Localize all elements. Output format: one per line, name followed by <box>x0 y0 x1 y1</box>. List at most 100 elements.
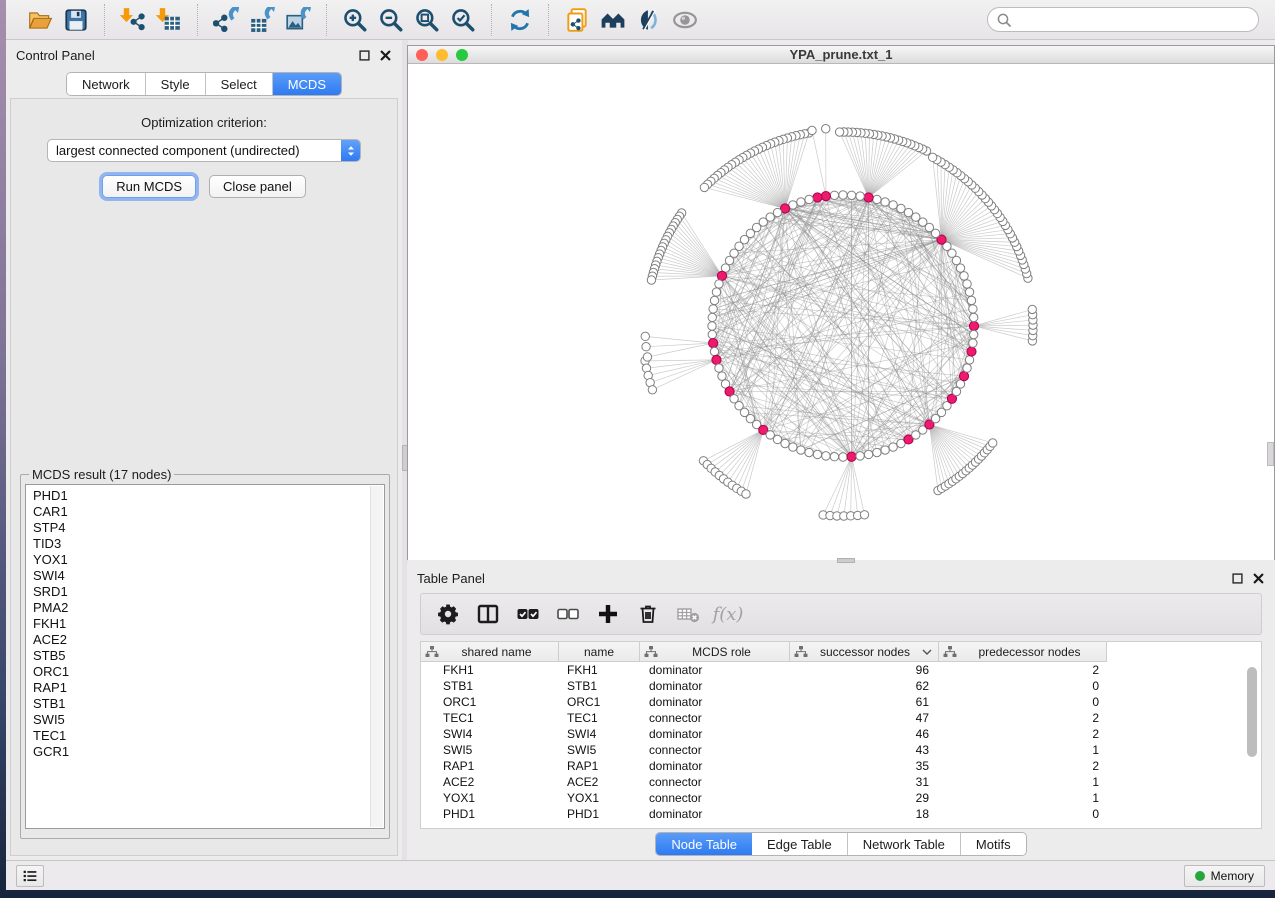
table-cell[interactable]: 47 <box>790 711 939 725</box>
table-cell[interactable]: 2 <box>939 663 1107 677</box>
tab-network[interactable]: Network <box>67 73 146 95</box>
table-row[interactable]: YOX1YOX1connector291 <box>421 790 1261 806</box>
table-row[interactable]: ACE2ACE2connector311 <box>421 774 1261 790</box>
table-cell[interactable]: 0 <box>939 807 1107 821</box>
table-cell[interactable]: STB1 <box>559 679 640 693</box>
table-cell[interactable]: dominator <box>640 807 790 821</box>
table-cell[interactable]: FKH1 <box>421 663 559 677</box>
tab-select[interactable]: Select <box>206 73 273 95</box>
table-cell[interactable]: 43 <box>790 743 939 757</box>
table-cell[interactable]: 61 <box>790 695 939 709</box>
table-cell[interactable]: dominator <box>640 663 790 677</box>
window-minimize-button[interactable] <box>436 49 448 61</box>
table-row[interactable]: STB1STB1dominator620 <box>421 678 1261 694</box>
network-graph[interactable] <box>408 64 1274 560</box>
table-row[interactable]: TEC1TEC1connector472 <box>421 710 1261 726</box>
table-tab-edge-table[interactable]: Edge Table <box>752 833 848 855</box>
table-cell[interactable]: 96 <box>790 663 939 677</box>
table-cell[interactable]: 2 <box>939 759 1107 773</box>
table-cell[interactable]: 29 <box>790 791 939 805</box>
table-row[interactable]: PHD1PHD1dominator180 <box>421 806 1261 822</box>
table-cell[interactable]: ORC1 <box>421 695 559 709</box>
mcds-result-scrollbar[interactable] <box>370 486 383 827</box>
table-toolbar-button-function-builder[interactable]: f(x) <box>711 597 745 631</box>
table-cell[interactable]: SWI4 <box>559 727 640 741</box>
table-cell[interactable]: 0 <box>939 695 1107 709</box>
mcds-result-item[interactable]: SRD1 <box>33 584 384 600</box>
mcds-result-item[interactable]: CAR1 <box>33 504 384 520</box>
table-cell[interactable]: PHD1 <box>421 807 559 821</box>
mcds-result-list[interactable]: PHD1CAR1STP4TID3YOX1SWI4SRD1PMA2FKH1ACE2… <box>25 484 385 829</box>
table-scrollbar-thumb[interactable] <box>1247 667 1257 757</box>
table-cell[interactable]: PHD1 <box>559 807 640 821</box>
table-cell[interactable]: 35 <box>790 759 939 773</box>
table-cell[interactable]: 1 <box>939 791 1107 805</box>
toolbar-button-find-neighbors[interactable] <box>595 4 631 36</box>
table-cell[interactable]: 46 <box>790 727 939 741</box>
toolbar-button-export-image[interactable] <box>280 4 316 36</box>
network-right-splitter-handle[interactable] <box>1267 442 1274 466</box>
column-header-mcds-role[interactable]: MCDS role <box>640 642 790 661</box>
table-row[interactable]: ORC1ORC1dominator610 <box>421 694 1261 710</box>
table-toolbar-button-delete-column[interactable] <box>631 597 665 631</box>
mcds-result-item[interactable]: SWI4 <box>33 568 384 584</box>
mcds-result-item[interactable]: GCR1 <box>33 744 384 760</box>
table-cell[interactable]: dominator <box>640 727 790 741</box>
table-cell[interactable]: YOX1 <box>559 791 640 805</box>
table-cell[interactable]: ACE2 <box>559 775 640 789</box>
table-cell[interactable]: dominator <box>640 695 790 709</box>
toolbar-button-open-session[interactable] <box>22 4 58 36</box>
table-cell[interactable]: 62 <box>790 679 939 693</box>
mcds-result-item[interactable]: STP4 <box>33 520 384 536</box>
search-input[interactable] <box>1012 12 1250 27</box>
toolbar-button-zoom-in[interactable] <box>337 4 373 36</box>
mcds-result-item[interactable]: FKH1 <box>33 616 384 632</box>
window-maximize-button[interactable] <box>456 49 468 61</box>
table-cell[interactable]: RAP1 <box>421 759 559 773</box>
tab-style[interactable]: Style <box>146 73 206 95</box>
mcds-result-item[interactable]: RAP1 <box>33 680 384 696</box>
table-scrollbar[interactable] <box>1246 665 1258 825</box>
toolbar-button-export-network[interactable] <box>208 4 244 36</box>
mcds-result-item[interactable]: ACE2 <box>33 632 384 648</box>
table-row[interactable]: FKH1FKH1dominator962 <box>421 662 1261 678</box>
table-toolbar-button-table-mode-gear[interactable] <box>431 597 465 631</box>
table-cell[interactable]: 1 <box>939 775 1107 789</box>
toolbar-button-zoom-fit[interactable] <box>409 4 445 36</box>
table-tab-node-table[interactable]: Node Table <box>656 833 752 855</box>
mcds-result-item[interactable]: YOX1 <box>33 552 384 568</box>
column-header-name[interactable]: name <box>559 642 640 661</box>
tab-mcds[interactable]: MCDS <box>273 73 341 95</box>
table-cell[interactable]: connector <box>640 791 790 805</box>
mcds-result-item[interactable]: STB5 <box>33 648 384 664</box>
table-cell[interactable]: 31 <box>790 775 939 789</box>
table-cell[interactable]: FKH1 <box>559 663 640 677</box>
table-toolbar-button-show-columns[interactable] <box>471 597 505 631</box>
toolbar-button-export-table[interactable] <box>244 4 280 36</box>
mcds-result-item[interactable]: SWI5 <box>33 712 384 728</box>
table-cell[interactable]: TEC1 <box>559 711 640 725</box>
column-header-successor-nodes[interactable]: successor nodes <box>790 642 939 661</box>
table-cell[interactable]: 0 <box>939 679 1107 693</box>
toolbar-button-apply-layout[interactable] <box>502 4 538 36</box>
table-toolbar-button-delete-table[interactable] <box>671 597 705 631</box>
mcds-result-item[interactable]: ORC1 <box>33 664 384 680</box>
table-cell[interactable]: ORC1 <box>559 695 640 709</box>
table-row[interactable]: SWI5SWI5connector431 <box>421 742 1261 758</box>
table-cell[interactable]: dominator <box>640 759 790 773</box>
mcds-result-item[interactable]: STB1 <box>33 696 384 712</box>
table-row[interactable]: RAP1RAP1dominator352 <box>421 758 1261 774</box>
table-toolbar-button-add-column[interactable] <box>591 597 625 631</box>
table-cell[interactable]: ACE2 <box>421 775 559 789</box>
table-cell[interactable]: 18 <box>790 807 939 821</box>
table-cell[interactable]: SWI5 <box>559 743 640 757</box>
column-header-predecessor-nodes[interactable]: predecessor nodes <box>939 642 1107 661</box>
toolbar-button-import-table[interactable] <box>151 4 187 36</box>
table-cell[interactable]: TEC1 <box>421 711 559 725</box>
table-cell[interactable]: STB1 <box>421 679 559 693</box>
table-cell[interactable]: YOX1 <box>421 791 559 805</box>
network-canvas[interactable] <box>408 64 1274 560</box>
toolbar-button-show-hide-style[interactable] <box>631 4 667 36</box>
table-toolbar-button-select-all-columns[interactable] <box>511 597 545 631</box>
mcds-result-item[interactable]: PMA2 <box>33 600 384 616</box>
